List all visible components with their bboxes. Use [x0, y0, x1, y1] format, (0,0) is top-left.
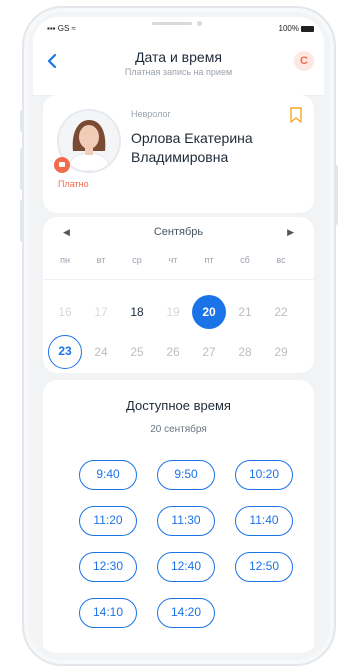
camera-dot [197, 21, 202, 26]
time-slot[interactable]: 11:40 [235, 506, 293, 536]
calendar-day[interactable]: 29 [266, 337, 296, 367]
time-slot[interactable]: 11:30 [157, 506, 215, 536]
paid-wallet-icon [54, 157, 70, 173]
weekday-label: чт [168, 255, 178, 265]
calendar-day[interactable]: 18 [122, 297, 152, 327]
wifi-icon: ≈ [71, 24, 76, 33]
page-title: Дата и время [135, 49, 222, 65]
doctor-card: Платно Невролог Орлова Екатерина Владими… [43, 95, 314, 213]
payment-type: Платно [58, 179, 89, 189]
calendar-day: 16 [58, 305, 72, 319]
time-slot[interactable]: 14:10 [79, 598, 137, 628]
calendar-day[interactable]: 22 [266, 297, 296, 327]
app-screen: ▪▪▪ GS ≈ 100% Дата и время Платная запис… [33, 17, 324, 653]
time-slot[interactable]: 9:50 [157, 460, 215, 490]
bookmark-icon[interactable] [290, 107, 302, 123]
phone-side-button [20, 200, 24, 242]
calendar-day[interactable]: 21 [230, 297, 260, 327]
month-label: Сентябрь [153, 226, 204, 238]
calendar-day[interactable]: 26 [158, 337, 188, 367]
battery-label: 100% [279, 24, 314, 33]
available-times: Доступное время 20 сентября 9:40 9:50 10… [43, 380, 314, 653]
weekday-label: вт [96, 255, 106, 265]
time-slot[interactable]: 11:20 [79, 506, 137, 536]
signal-label: ▪▪▪ GS ≈ [47, 24, 76, 33]
calendar-day: 17 [94, 305, 108, 319]
phone-side-button [20, 148, 24, 190]
time-slot[interactable]: 12:50 [235, 552, 293, 582]
speaker-notch [152, 22, 192, 25]
calendar-day[interactable]: 24 [86, 337, 116, 367]
calendar-day[interactable]: 25 [122, 337, 152, 367]
calendar-day: 19 [166, 305, 180, 319]
times-title: Доступное время [126, 398, 231, 413]
time-slot[interactable]: 12:40 [157, 552, 215, 582]
weekday-label: пн [60, 255, 70, 265]
signal-icon: ▪▪▪ [47, 24, 58, 33]
calendar-divider [43, 279, 314, 280]
times-date: 20 сентября [150, 424, 207, 435]
calendar: ◀ Сентябрь ▶ пн вт ср чт пт сб вс 16 17 … [43, 217, 314, 373]
doctor-name: Орлова Екатерина Владимировна [131, 129, 291, 167]
calendar-day-selected[interactable]: 20 [192, 295, 226, 329]
doctor-name-line: Орлова Екатерина [131, 130, 253, 146]
page-header: Дата и время Платная запись на прием C [33, 39, 324, 96]
user-avatar[interactable]: C [294, 51, 314, 71]
triangle-right-icon: ▶ [287, 227, 294, 237]
weekday-label: пт [204, 255, 214, 265]
time-slot[interactable]: 9:40 [79, 460, 137, 490]
doctor-name-line: Владимировна [131, 149, 229, 165]
time-slot[interactable]: 12:30 [79, 552, 137, 582]
time-slot[interactable]: 14:20 [157, 598, 215, 628]
phone-side-button [334, 165, 338, 225]
status-bar: ▪▪▪ GS ≈ 100% [33, 17, 324, 39]
weekday-label: вс [276, 255, 286, 265]
calendar-day[interactable]: 27 [194, 337, 224, 367]
weekday-label: ср [132, 255, 142, 265]
time-slot[interactable]: 10:20 [235, 460, 293, 490]
battery-icon [301, 25, 314, 32]
phone-side-button [20, 110, 24, 132]
page-subtitle: Платная запись на прием [124, 67, 233, 77]
calendar-day[interactable]: 28 [230, 337, 260, 367]
weekday-label: сб [240, 255, 250, 265]
next-month-button[interactable]: ▶ [287, 227, 294, 238]
calendar-day-today[interactable]: 23 [48, 335, 82, 369]
doctor-specialty: Невролог [131, 109, 171, 119]
